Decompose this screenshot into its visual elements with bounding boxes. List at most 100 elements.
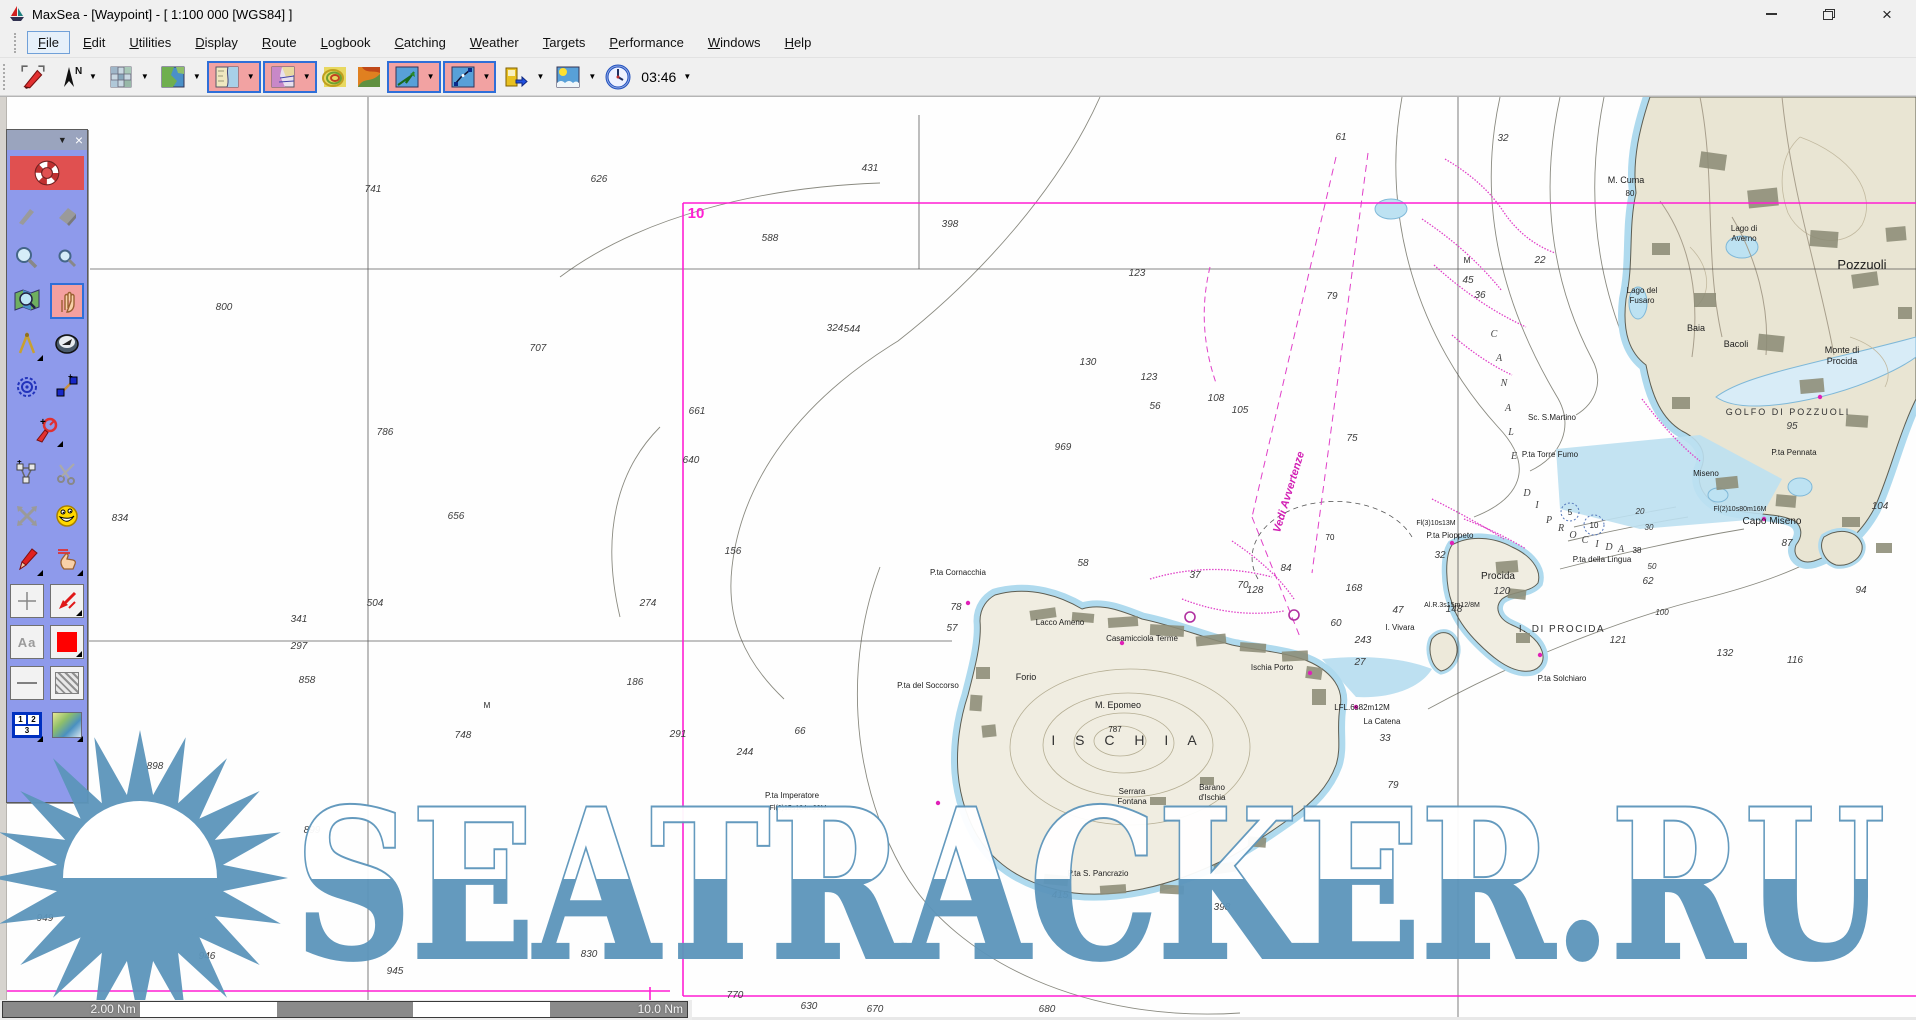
weather-dropdown-arrow[interactable]: ▼ <box>585 73 599 81</box>
relief-shading-button[interactable] <box>353 61 385 93</box>
fill-pattern-option[interactable] <box>50 666 84 700</box>
north-dropdown-arrow[interactable]: ▼ <box>86 73 100 81</box>
bearing-compass-tool[interactable] <box>50 326 84 362</box>
raster-chart-button[interactable] <box>211 61 243 93</box>
draw-pencil-tool[interactable] <box>10 541 44 577</box>
menu-item-help[interactable]: Help <box>774 31 823 54</box>
routes-display-dropdown-arrow[interactable]: ▼ <box>480 73 494 81</box>
fun-smiley-tool[interactable] <box>50 498 84 534</box>
eraser-tool-disabled[interactable] <box>50 197 84 233</box>
move-data-tool[interactable] <box>10 498 44 534</box>
target-tool[interactable] <box>10 369 44 405</box>
grid-dropdown-arrow[interactable]: ▼ <box>138 73 152 81</box>
scale-bar: 2.00 Nm10.0 Nm <box>2 1001 688 1018</box>
smiley-icon <box>54 503 80 529</box>
divider-tool[interactable] <box>10 326 44 362</box>
svg-text:Lacco Ameno: Lacco Ameno <box>1036 618 1085 627</box>
chart-thumbnail-tool[interactable] <box>50 707 84 743</box>
svg-text:123: 123 <box>1129 268 1146 279</box>
svg-text:626: 626 <box>591 174 608 185</box>
line-style-option[interactable] <box>10 666 44 700</box>
svg-text:32: 32 <box>1497 133 1509 144</box>
clock-button[interactable] <box>602 61 634 93</box>
menu-item-weather[interactable]: Weather <box>459 31 530 54</box>
svg-text:E: E <box>1510 451 1517 462</box>
weather-display-button[interactable] <box>552 61 584 93</box>
menu-item-display[interactable]: Display <box>184 31 249 54</box>
menu-item-file[interactable]: File <box>27 31 70 54</box>
centering-dropdown-arrow[interactable]: ▼ <box>533 73 547 81</box>
nautical-chart[interactable]: 7416264316158839832412379800707544130108… <box>0 97 1916 1020</box>
palette-header[interactable]: ▼ × <box>7 130 87 150</box>
svg-text:I: I <box>1534 500 1539 511</box>
zoom-in-icon <box>14 245 40 271</box>
centering-button[interactable] <box>500 61 532 93</box>
chart-view[interactable]: 7416264316158839832412379800707544130108… <box>0 96 1916 1020</box>
svg-text:75: 75 <box>1346 433 1358 444</box>
menu-item-windows[interactable]: Windows <box>697 31 772 54</box>
chart3d-button[interactable] <box>391 61 423 93</box>
svg-text:Monte di: Monte di <box>1825 345 1860 355</box>
svg-text:504: 504 <box>367 598 384 609</box>
close-button[interactable]: × <box>1858 0 1916 28</box>
palette-close-icon[interactable]: × <box>75 133 83 147</box>
svg-text:P.ta Cornacchia: P.ta Cornacchia <box>930 568 986 577</box>
routes-display-button[interactable] <box>447 61 479 93</box>
route-pen-button[interactable] <box>17 61 49 93</box>
svg-text:Fl(2)10s80m16M: Fl(2)10s80m16M <box>1714 506 1767 513</box>
svg-text:38: 38 <box>1633 546 1642 555</box>
raster-chart-dropdown-arrow[interactable]: ▼ <box>244 73 258 81</box>
grid-button[interactable] <box>105 61 137 93</box>
north-arrow-icon: N <box>56 64 82 90</box>
window-title: MaxSea - [Waypoint] - [ 1:100 000 [WGS84… <box>32 7 292 22</box>
vector-chart-button[interactable] <box>267 61 299 93</box>
restore-button[interactable] <box>1800 0 1858 28</box>
color-picker-option[interactable] <box>50 625 84 659</box>
world-chart-button[interactable] <box>157 61 189 93</box>
chart-overview-tool[interactable] <box>10 283 44 319</box>
crosshair-cursor-option[interactable] <box>10 584 44 618</box>
pan-tool-selected[interactable] <box>50 283 84 319</box>
svg-text:I S C H I A: I S C H I A <box>1051 732 1204 748</box>
north-up-button[interactable]: N <box>53 61 85 93</box>
bathy-contour-button[interactable] <box>319 61 351 93</box>
svg-text:680: 680 <box>1039 1004 1056 1015</box>
svg-text:I. Vivara: I. Vivara <box>1385 623 1415 632</box>
add-mark-tool[interactable]: + <box>30 412 64 448</box>
svg-text:61: 61 <box>1335 132 1346 143</box>
minimize-button[interactable] <box>1742 0 1800 28</box>
svg-text:P.ta S. Pancrazio: P.ta S. Pancrazio <box>1068 869 1129 878</box>
time-dropdown-arrow[interactable]: ▼ <box>680 73 694 81</box>
zoom-in-tool[interactable] <box>10 240 44 276</box>
svg-text:834: 834 <box>112 513 129 524</box>
menu-item-targets[interactable]: Targets <box>532 31 597 54</box>
menu-item-route[interactable]: Route <box>251 31 308 54</box>
svg-text:R: R <box>1557 523 1564 534</box>
menu-item-performance[interactable]: Performance <box>598 31 694 54</box>
svg-text:60: 60 <box>1330 618 1342 629</box>
mob-button[interactable] <box>10 156 84 190</box>
menu-item-edit[interactable]: Edit <box>72 31 116 54</box>
menu-item-utilities[interactable]: Utilities <box>118 31 182 54</box>
svg-text:120: 120 <box>1494 586 1511 597</box>
route-segment-tool[interactable]: + <box>50 369 84 405</box>
palette-menu-icon[interactable]: ▼ <box>58 135 67 145</box>
manual-input-tool[interactable] <box>50 541 84 577</box>
chart3d-dropdown-arrow[interactable]: ▼ <box>424 73 438 81</box>
cut-tool[interactable] <box>50 455 84 491</box>
menu-item-catching[interactable]: Catching <box>384 31 457 54</box>
arrow-style-option[interactable] <box>50 584 84 618</box>
text-style-option[interactable]: Aa <box>10 625 44 659</box>
pen-tool-disabled[interactable] <box>10 197 44 233</box>
menu-item-logbook[interactable]: Logbook <box>310 31 382 54</box>
zoom-out-tool[interactable] <box>50 240 84 276</box>
world-chart-dropdown-arrow[interactable]: ▼ <box>190 73 204 81</box>
svg-text:Procida: Procida <box>1481 571 1515 582</box>
vector-chart-dropdown-arrow[interactable]: ▼ <box>300 73 314 81</box>
hatch-pattern-icon <box>55 672 79 694</box>
polygon-zone-tool[interactable]: + <box>10 455 44 491</box>
svg-text:P.ta Imperatore: P.ta Imperatore <box>765 791 820 800</box>
window-layout-tool[interactable]: 123 <box>10 707 44 743</box>
svg-text:C: C <box>1491 329 1498 340</box>
scale-left-label: 2.00 Nm <box>90 1002 135 1016</box>
